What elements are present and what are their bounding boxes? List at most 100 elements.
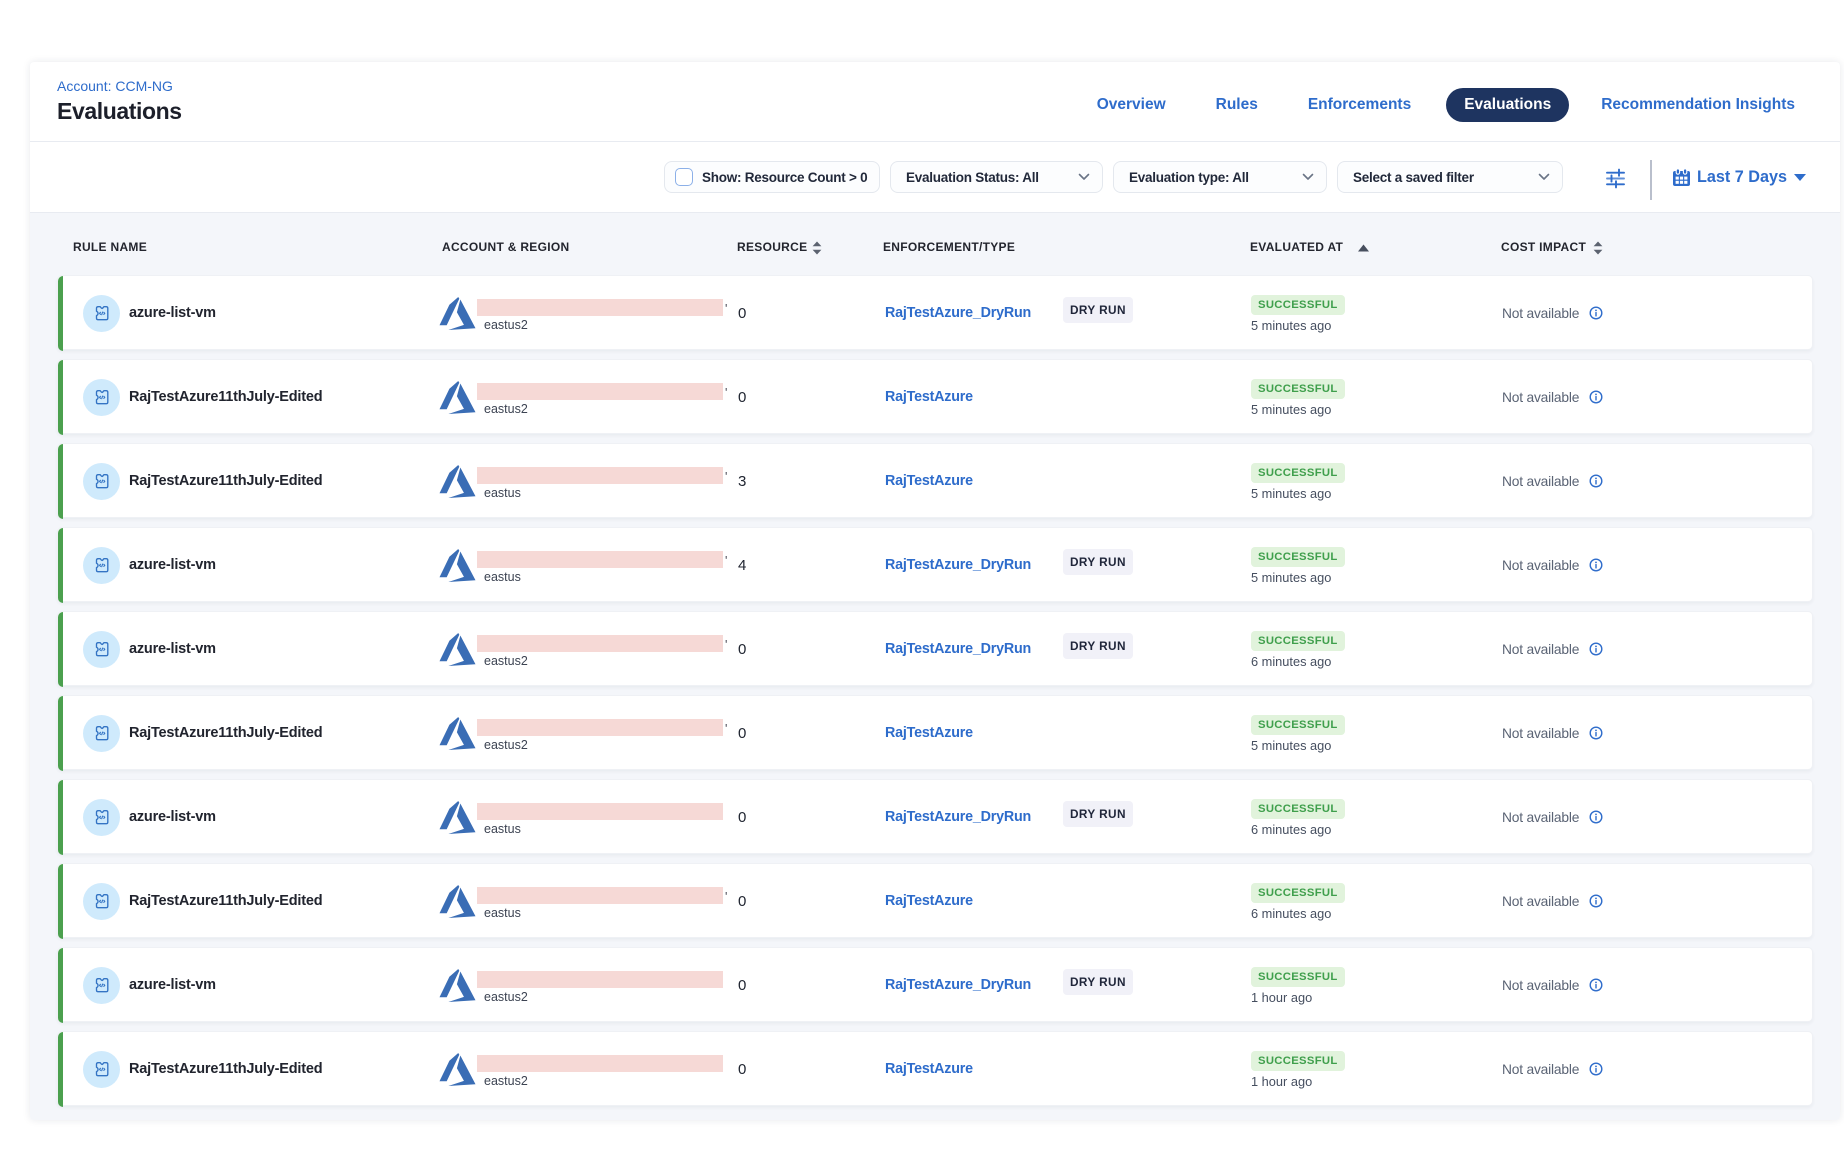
evaluation-status-value: Evaluation Status: All <box>906 170 1039 185</box>
rule-name: azure-list-vm <box>129 780 216 855</box>
rule-name: azure-list-vm <box>129 612 216 687</box>
region-label: eastus2 <box>484 654 528 668</box>
evaluations-table: RULE NAME ACCOUNT & REGION RESOURCE ENFO… <box>30 213 1840 1120</box>
enforcement-link[interactable]: RajTestAzure_DryRun <box>885 612 1031 687</box>
tab-enforcements[interactable]: Enforcements <box>1308 96 1411 114</box>
evaluated-time: 5 minutes ago <box>1251 402 1331 417</box>
table-row[interactable]: RajTestAzure11thJuly-Edited ' eastus 3 R… <box>57 443 1813 518</box>
column-header-cost-impact[interactable]: COST IMPACT <box>1501 240 1586 254</box>
azure-logo-icon <box>439 717 476 750</box>
table-row[interactable]: RajTestAzure11thJuly-Edited ' eastus2 0 … <box>57 695 1813 770</box>
governance-rule-icon <box>92 723 112 743</box>
table-row[interactable]: azure-list-vm eastus2 0 RajTestAzure_Dry… <box>57 947 1813 1022</box>
cost-impact-value: Not available <box>1502 306 1579 321</box>
account-breadcrumb[interactable]: Account: CCM-NG <box>57 78 173 94</box>
column-header-rule-name[interactable]: RULE NAME <box>73 240 147 254</box>
tab-rules[interactable]: Rules <box>1216 96 1258 114</box>
table-row[interactable]: azure-list-vm eastus 0 RajTestAzure_DryR… <box>57 779 1813 854</box>
cost-impact-value: Not available <box>1502 978 1579 993</box>
enforcement-link[interactable]: RajTestAzure_DryRun <box>885 948 1031 1023</box>
enforcement-link[interactable]: RajTestAzure_DryRun <box>885 528 1031 603</box>
table-row[interactable]: azure-list-vm ' eastus 4 RajTestAzure_Dr… <box>57 527 1813 602</box>
table-row[interactable]: azure-list-vm ' eastus2 0 RajTestAzure_D… <box>57 275 1813 350</box>
evaluated-time: 6 minutes ago <box>1251 654 1331 669</box>
account-name-redacted <box>477 299 723 316</box>
sort-asc-desc-icon[interactable] <box>811 241 823 255</box>
rule-name: RajTestAzure11thJuly-Edited <box>129 444 322 519</box>
rule-name: RajTestAzure11thJuly-Edited <box>129 360 322 435</box>
evaluation-type-dropdown[interactable]: Evaluation type: All <box>1113 161 1327 193</box>
azure-logo-icon <box>439 885 476 918</box>
evaluation-status-dropdown[interactable]: Evaluation Status: All <box>890 161 1103 193</box>
resource-count-filter[interactable]: Show: Resource Count > 0 <box>664 161 880 193</box>
info-circle-icon[interactable] <box>1589 894 1603 908</box>
redaction-tail: ' <box>725 302 727 316</box>
cost-impact-value: Not available <box>1502 726 1579 741</box>
date-range-picker[interactable]: Last 7 Days <box>1672 161 1807 193</box>
cost-impact-value: Not available <box>1502 894 1579 909</box>
tab-evaluations[interactable]: Evaluations <box>1446 88 1569 122</box>
status-badge: SUCCESSFUL <box>1251 547 1345 567</box>
info-circle-icon[interactable] <box>1589 474 1603 488</box>
enforcement-link[interactable]: RajTestAzure_DryRun <box>885 276 1031 351</box>
info-circle-icon[interactable] <box>1589 306 1603 320</box>
enforcement-link[interactable]: RajTestAzure <box>885 1032 973 1107</box>
enforcement-link[interactable]: RajTestAzure_DryRun <box>885 780 1031 855</box>
table-row[interactable]: RajTestAzure11thJuly-Edited ' eastus2 0 … <box>57 359 1813 434</box>
row-status-bar <box>58 612 63 687</box>
evaluations-panel: Account: CCM-NG Evaluations Overview Rul… <box>30 62 1840 1120</box>
page-header: Account: CCM-NG Evaluations Overview Rul… <box>30 62 1840 141</box>
resource-count: 0 <box>738 612 746 687</box>
enforcement-link[interactable]: RajTestAzure <box>885 360 973 435</box>
resource-count: 0 <box>738 1032 746 1107</box>
info-circle-icon[interactable] <box>1589 978 1603 992</box>
account-name-redacted <box>477 887 723 904</box>
cost-impact-cell: Not available <box>1502 444 1603 519</box>
table-row[interactable]: azure-list-vm ' eastus2 0 RajTestAzure_D… <box>57 611 1813 686</box>
enforcement-link[interactable]: RajTestAzure <box>885 696 973 771</box>
sort-asc-desc-icon[interactable] <box>1592 241 1604 255</box>
enforcement-link[interactable]: RajTestAzure <box>885 864 973 939</box>
column-header-enforcement-type[interactable]: ENFORCEMENT/TYPE <box>883 240 1015 254</box>
column-header-evaluated-at[interactable]: EVALUATED AT <box>1250 240 1343 254</box>
resource-count: 0 <box>738 948 746 1023</box>
account-name-redacted <box>477 719 723 736</box>
status-badge: SUCCESSFUL <box>1251 967 1345 987</box>
filter-sliders-icon[interactable] <box>1605 168 1626 189</box>
column-header-resource[interactable]: RESOURCE <box>737 240 807 254</box>
info-circle-icon[interactable] <box>1589 810 1603 824</box>
cost-impact-cell: Not available <box>1502 696 1603 771</box>
table-row[interactable]: RajTestAzure11thJuly-Edited eastus2 0 Ra… <box>57 1031 1813 1106</box>
cost-impact-cell: Not available <box>1502 528 1603 603</box>
governance-rule-icon <box>92 975 112 995</box>
saved-filter-dropdown[interactable]: Select a saved filter <box>1337 161 1563 193</box>
enforcement-link[interactable]: RajTestAzure <box>885 444 973 519</box>
evaluated-time: 5 minutes ago <box>1251 318 1331 333</box>
info-circle-icon[interactable] <box>1589 642 1603 656</box>
region-label: eastus2 <box>484 402 528 416</box>
tab-overview[interactable]: Overview <box>1097 96 1166 114</box>
column-header-account-region[interactable]: ACCOUNT & REGION <box>442 240 569 254</box>
status-badge: SUCCESSFUL <box>1251 379 1345 399</box>
sort-asc-icon[interactable] <box>1357 244 1370 252</box>
status-badge: SUCCESSFUL <box>1251 1051 1345 1071</box>
account-name-redacted <box>477 803 723 820</box>
governance-rule-icon <box>92 555 112 575</box>
azure-logo-icon <box>439 1053 476 1086</box>
resource-count: 0 <box>738 276 746 351</box>
info-circle-icon[interactable] <box>1589 390 1603 404</box>
cost-impact-value: Not available <box>1502 810 1579 825</box>
rule-avatar <box>83 379 120 416</box>
rule-name: azure-list-vm <box>129 276 216 351</box>
cost-impact-cell: Not available <box>1502 612 1603 687</box>
info-circle-icon[interactable] <box>1589 558 1603 572</box>
resource-count: 4 <box>738 528 746 603</box>
region-label: eastus <box>484 822 521 836</box>
azure-logo-icon <box>439 381 476 414</box>
info-circle-icon[interactable] <box>1589 726 1603 740</box>
info-circle-icon[interactable] <box>1589 1062 1603 1076</box>
resource-count-checkbox[interactable] <box>675 168 693 186</box>
tab-recommendation-insights[interactable]: Recommendation Insights <box>1601 96 1795 114</box>
evaluated-time: 5 minutes ago <box>1251 486 1331 501</box>
table-row[interactable]: RajTestAzure11thJuly-Edited ' eastus 0 R… <box>57 863 1813 938</box>
